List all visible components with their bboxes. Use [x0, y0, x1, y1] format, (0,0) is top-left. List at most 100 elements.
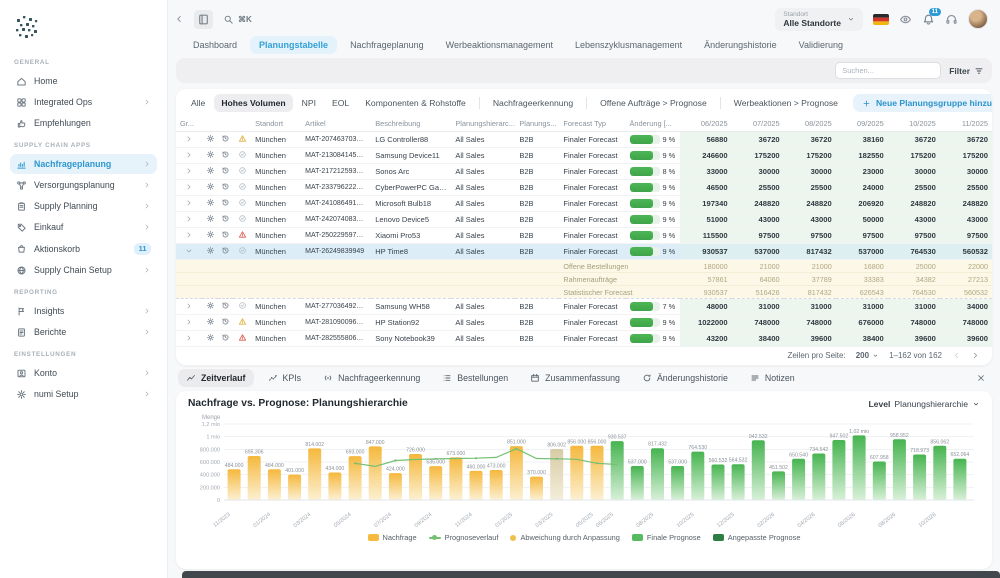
- history-icon[interactable]: [221, 166, 230, 175]
- history-icon[interactable]: [221, 150, 230, 159]
- month-value-cell[interactable]: 34000: [940, 299, 992, 315]
- month-value-cell[interactable]: 46500: [680, 180, 732, 196]
- month-value-cell[interactable]: 30000: [784, 164, 836, 180]
- gear-icon[interactable]: [206, 182, 215, 191]
- month-value-cell[interactable]: 25500: [784, 180, 836, 196]
- month-value-cell[interactable]: 33000: [680, 164, 732, 180]
- month-value-cell[interactable]: 25500: [940, 180, 992, 196]
- column-header[interactable]: Planungs...: [515, 116, 559, 132]
- chevron-right-icon[interactable]: [185, 151, 193, 159]
- sidebar-item-einkauf[interactable]: Einkauf: [10, 217, 157, 237]
- tab-validierung[interactable]: Validierung: [790, 36, 852, 54]
- month-value-cell[interactable]: 206920: [836, 196, 888, 212]
- month-value-cell[interactable]: 36720: [888, 132, 940, 148]
- month-value-cell[interactable]: 764530: [888, 244, 940, 260]
- month-value-cell[interactable]: 56880: [680, 132, 732, 148]
- chip-hohes-volumen[interactable]: Hohes Volumen: [214, 94, 292, 112]
- history-icon[interactable]: [221, 214, 230, 223]
- tab-werbeaktionsmanagement[interactable]: Werbeaktionsmanagement: [437, 36, 562, 54]
- history-icon[interactable]: [221, 246, 230, 255]
- table-row[interactable]: MünchenMAT-207463703311LG Controller88Al…: [176, 132, 992, 148]
- gear-icon[interactable]: [206, 333, 215, 342]
- column-header[interactable]: 08/2025: [784, 116, 836, 132]
- sidebar-item-insights[interactable]: Insights: [10, 301, 157, 321]
- tab-dashboard[interactable]: Dashboard: [184, 36, 246, 54]
- month-value-cell[interactable]: 97500: [732, 228, 784, 244]
- month-value-cell[interactable]: 560532: [940, 244, 992, 260]
- month-value-cell[interactable]: 30000: [940, 164, 992, 180]
- month-value-cell[interactable]: 38400: [836, 331, 888, 347]
- month-value-cell[interactable]: 43000: [940, 212, 992, 228]
- month-value-cell[interactable]: 43000: [732, 212, 784, 228]
- month-value-cell[interactable]: 38400: [732, 331, 784, 347]
- global-search-button[interactable]: ⌘K: [223, 14, 252, 25]
- table-row[interactable]: MünchenMAT-250229597325Xiaomi Pro53All S…: [176, 228, 992, 244]
- table-row[interactable]: MünchenMAT-277036492039Samsung WH58All S…: [176, 299, 992, 315]
- month-value-cell[interactable]: 25500: [888, 180, 940, 196]
- column-header[interactable]: Gr...: [176, 116, 251, 132]
- month-value-cell[interactable]: 676000: [836, 315, 888, 331]
- column-header[interactable]: 11/2025: [940, 116, 992, 132]
- history-icon[interactable]: [221, 134, 230, 143]
- month-value-cell[interactable]: 43000: [784, 212, 836, 228]
- history-icon[interactable]: [221, 230, 230, 239]
- month-value-cell[interactable]: 38160: [836, 132, 888, 148]
- chip-npi[interactable]: NPI: [295, 94, 323, 112]
- gear-icon[interactable]: [206, 214, 215, 223]
- month-value-cell[interactable]: 23000: [836, 164, 888, 180]
- month-value-cell[interactable]: 30000: [888, 164, 940, 180]
- notebook-icon[interactable]: [194, 10, 213, 29]
- chip-alle[interactable]: Alle: [184, 94, 212, 112]
- history-icon[interactable]: [221, 182, 230, 191]
- sidebar-item-empfehlungen[interactable]: Empfehlungen: [10, 113, 157, 133]
- month-value-cell[interactable]: 748000: [888, 315, 940, 331]
- table-row[interactable]: MünchenMAT-281090096832HP Station92All S…: [176, 315, 992, 331]
- chevron-right-icon[interactable]: [185, 302, 193, 310]
- month-value-cell[interactable]: 748000: [940, 315, 992, 331]
- month-value-cell[interactable]: 36720: [732, 132, 784, 148]
- sidebar-item-supply-chain-setup[interactable]: Supply Chain Setup: [10, 260, 157, 280]
- germany-flag-icon[interactable]: [873, 14, 889, 25]
- column-header[interactable]: 07/2025: [732, 116, 784, 132]
- chip-nachfrageerkennung[interactable]: Nachfrageerkennung: [486, 94, 580, 112]
- sidebar-item-nachfrageplanung[interactable]: Nachfrageplanung: [10, 154, 157, 174]
- standort-selector[interactable]: Standort Alle Standorte: [775, 8, 863, 31]
- chevron-down-icon[interactable]: [185, 247, 193, 255]
- sidebar-item-supply-planning[interactable]: Supply Planning: [10, 196, 157, 216]
- gear-icon[interactable]: [206, 134, 215, 143]
- panel-tab-kpis[interactable]: KPIs: [260, 369, 310, 387]
- month-value-cell[interactable]: 97500: [888, 228, 940, 244]
- chip-werbeaktionen-prognose[interactable]: Werbeaktionen > Prognose: [727, 94, 845, 112]
- tab-planungstabelle[interactable]: Planungstabelle: [250, 36, 337, 54]
- headset-icon[interactable]: [945, 13, 958, 26]
- history-icon[interactable]: [221, 198, 230, 207]
- column-header[interactable]: Beschreibung: [371, 116, 451, 132]
- gear-icon[interactable]: [206, 230, 215, 239]
- column-header[interactable]: Planungshierarc...: [451, 116, 515, 132]
- add-planning-group-button[interactable]: Neue Planungsgruppe hinzufügen: [853, 94, 992, 112]
- chevron-right-icon[interactable]: [185, 318, 193, 326]
- month-value-cell[interactable]: 197340: [680, 196, 732, 212]
- panel-tab-zusammenfassung[interactable]: Zusammenfassung: [522, 369, 628, 387]
- panel-tab-bestellungen[interactable]: Bestellungen: [434, 369, 516, 387]
- month-value-cell[interactable]: 115500: [680, 228, 732, 244]
- month-value-cell[interactable]: 175200: [732, 148, 784, 164]
- month-value-cell[interactable]: 175200: [784, 148, 836, 164]
- sidebar-item-integrated-ops[interactable]: Integrated Ops: [10, 92, 157, 112]
- month-value-cell[interactable]: 31000: [732, 299, 784, 315]
- gear-icon[interactable]: [206, 301, 215, 310]
- month-value-cell[interactable]: 248820: [784, 196, 836, 212]
- month-value-cell[interactable]: 537000: [836, 244, 888, 260]
- filter-button[interactable]: Filter: [949, 66, 984, 76]
- table-row[interactable]: MünchenMAT-282555806714Sony Notebook39Al…: [176, 331, 992, 347]
- chip-eol[interactable]: EOL: [325, 94, 356, 112]
- sidebar-item-aktionskorb[interactable]: Aktionskorb11: [10, 238, 157, 259]
- sidebar-item-berichte[interactable]: Berichte: [10, 322, 157, 342]
- month-value-cell[interactable]: 50000: [836, 212, 888, 228]
- month-value-cell[interactable]: 36720: [940, 132, 992, 148]
- user-avatar[interactable]: [968, 9, 988, 29]
- sidebar-item-home[interactable]: Home: [10, 71, 157, 91]
- table-row[interactable]: MünchenMAT-26249839949HP Time8All SalesB…: [176, 244, 992, 260]
- column-header[interactable]: 09/2025: [836, 116, 888, 132]
- table-row[interactable]: MünchenMAT-241086491608Microsoft Bulb18A…: [176, 196, 992, 212]
